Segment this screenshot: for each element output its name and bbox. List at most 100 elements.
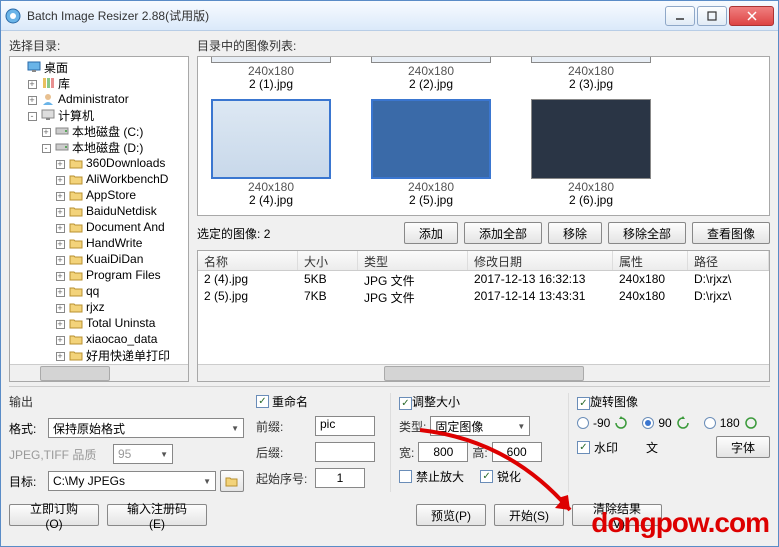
target-label: 目标: — [9, 473, 44, 490]
tree-toggle-icon[interactable]: + — [54, 204, 66, 218]
format-label: 格式: — [9, 420, 44, 437]
register-button[interactable]: 输入注册码(E) — [107, 504, 207, 526]
thumbnail-item[interactable]: 240x1802 (5).jpg — [366, 99, 496, 207]
tree-node[interactable]: +BaiduNetdisk — [12, 203, 186, 219]
browse-button[interactable] — [220, 470, 244, 492]
lib-icon — [40, 76, 56, 90]
tree-node[interactable]: +xiaocao_data — [12, 331, 186, 347]
folder-icon — [68, 348, 84, 362]
tree-toggle-icon[interactable]: + — [54, 220, 66, 234]
tree-node[interactable]: -本地磁盘 (D:) — [12, 139, 186, 155]
tree-node[interactable]: +本地磁盘 (C:) — [12, 123, 186, 139]
titlebar: Batch Image Resizer 2.88(试用版) — [1, 1, 778, 31]
order-button[interactable]: 立即订购(O) — [9, 504, 99, 526]
app-icon — [5, 8, 21, 24]
thumbnail-list[interactable]: 240x1802 (1).jpg 240x1802 (2).jpg 240x1802… — [197, 56, 770, 216]
table-row[interactable]: 2 (5).jpg7KBJPG 文件2017-12-14 13:43:31240… — [198, 288, 769, 305]
tree-node[interactable]: +Total Uninsta — [12, 315, 186, 331]
target-select[interactable]: C:\My JPEGs▼ — [48, 471, 216, 491]
tree-node[interactable]: +AliWorkbenchD — [12, 171, 186, 187]
start-number-input[interactable]: 1 — [315, 468, 365, 488]
no-enlarge-checkbox[interactable] — [399, 470, 412, 483]
suffix-input[interactable] — [315, 442, 375, 462]
add-button[interactable]: 添加 — [404, 222, 458, 244]
thumbnail-item[interactable]: 240x1802 (4).jpg — [206, 99, 336, 207]
rotate-90-radio[interactable] — [642, 417, 654, 429]
rotate-180-radio[interactable] — [704, 417, 716, 429]
rotate-cw-icon — [676, 416, 690, 430]
col-attr[interactable]: 属性 — [613, 251, 688, 270]
remove-button[interactable]: 移除 — [548, 222, 602, 244]
drive-icon — [54, 124, 70, 138]
tree-toggle-icon[interactable]: + — [54, 348, 66, 362]
col-type[interactable]: 类型 — [358, 251, 468, 270]
font-button[interactable]: 字体 — [716, 436, 770, 458]
maximize-button[interactable] — [697, 6, 727, 26]
tree-toggle-icon[interactable]: + — [54, 300, 66, 314]
thumbnail-item[interactable]: 240x1802 (1).jpg — [206, 56, 336, 91]
output-label: 输出 — [9, 393, 244, 410]
sharpen-checkbox[interactable]: ✓ — [480, 470, 493, 483]
thumbnail-item[interactable]: 240x1802 (3).jpg — [526, 56, 656, 91]
prefix-input[interactable]: pic — [315, 416, 375, 436]
tree-node[interactable]: +库 — [12, 75, 186, 91]
tree-toggle-icon[interactable]: - — [40, 140, 52, 154]
add-all-button[interactable]: 添加全部 — [464, 222, 542, 244]
col-name[interactable]: 名称 — [198, 251, 298, 270]
tree-toggle-icon[interactable]: + — [54, 284, 66, 298]
thumbnail-item[interactable]: 240x1802 (2).jpg — [366, 56, 496, 91]
rename-checkbox[interactable]: ✓ — [256, 395, 269, 408]
tree-toggle-icon[interactable]: + — [26, 76, 38, 90]
col-path[interactable]: 路径 — [688, 251, 769, 270]
window-title: Batch Image Resizer 2.88(试用版) — [27, 7, 665, 24]
tree-node[interactable]: +AppStore — [12, 187, 186, 203]
tree-node[interactable]: +rjxz — [12, 299, 186, 315]
folder-tree[interactable]: 桌面+库+Administrator-计算机+本地磁盘 (C:)-本地磁盘 (D… — [9, 56, 189, 382]
col-size[interactable]: 大小 — [298, 251, 358, 270]
tree-node[interactable]: -计算机 — [12, 107, 186, 123]
width-input[interactable]: 800 — [418, 442, 468, 462]
resize-label: 调整大小 — [412, 395, 460, 409]
format-select[interactable]: 保持原始格式▼ — [48, 418, 244, 438]
tree-node[interactable]: +360Downloads — [12, 155, 186, 171]
resize-checkbox[interactable]: ✓ — [399, 397, 412, 410]
selected-table[interactable]: 名称 大小 类型 修改日期 属性 路径 2 (4).jpg5KBJPG 文件20… — [197, 250, 770, 382]
resize-type-select[interactable]: 固定图像▼ — [430, 416, 530, 436]
tree-node[interactable]: +好用快递单打印 — [12, 347, 186, 363]
view-image-button[interactable]: 查看图像 — [692, 222, 770, 244]
tree-scrollbar[interactable] — [10, 364, 188, 381]
tree-toggle-icon[interactable]: + — [26, 92, 38, 106]
tree-node[interactable]: +KuaiDiDan — [12, 251, 186, 267]
height-input[interactable]: 600 — [492, 442, 542, 462]
tree-node[interactable]: +qq — [12, 283, 186, 299]
folder-icon — [68, 188, 84, 202]
tree-node[interactable]: +Document And — [12, 219, 186, 235]
tree-toggle-icon[interactable]: + — [54, 252, 66, 266]
tree-toggle-icon[interactable]: + — [40, 124, 52, 138]
close-button[interactable] — [729, 6, 774, 26]
preview-button[interactable]: 预览(P) — [416, 504, 486, 526]
minimize-button[interactable] — [665, 6, 695, 26]
start-button[interactable]: 开始(S) — [494, 504, 564, 526]
tree-toggle-icon[interactable]: + — [54, 156, 66, 170]
rotate-neg90-radio[interactable] — [577, 417, 589, 429]
tree-toggle-icon[interactable]: + — [54, 188, 66, 202]
tree-node[interactable]: +Program Files — [12, 267, 186, 283]
tree-node[interactable]: 桌面 — [12, 59, 186, 75]
remove-all-button[interactable]: 移除全部 — [608, 222, 686, 244]
tree-toggle-icon[interactable]: + — [54, 316, 66, 330]
tree-toggle-icon[interactable]: + — [54, 332, 66, 346]
tree-toggle-icon[interactable]: + — [54, 268, 66, 282]
clear-results-button[interactable]: 清除结果(V) — [572, 504, 662, 526]
table-row[interactable]: 2 (4).jpg5KBJPG 文件2017-12-13 16:32:13240… — [198, 271, 769, 288]
tree-node[interactable]: +Administrator — [12, 91, 186, 107]
rotate-checkbox[interactable]: ✓ — [577, 397, 590, 410]
watermark-checkbox[interactable]: ✓ — [577, 441, 590, 454]
thumbnail-item[interactable]: 240x1802 (6).jpg — [526, 99, 656, 207]
tree-toggle-icon[interactable]: + — [54, 236, 66, 250]
tree-toggle-icon[interactable]: + — [54, 172, 66, 186]
tree-node[interactable]: +HandWrite — [12, 235, 186, 251]
tree-toggle-icon[interactable]: - — [26, 108, 38, 122]
table-scrollbar[interactable] — [198, 364, 769, 381]
col-date[interactable]: 修改日期 — [468, 251, 613, 270]
